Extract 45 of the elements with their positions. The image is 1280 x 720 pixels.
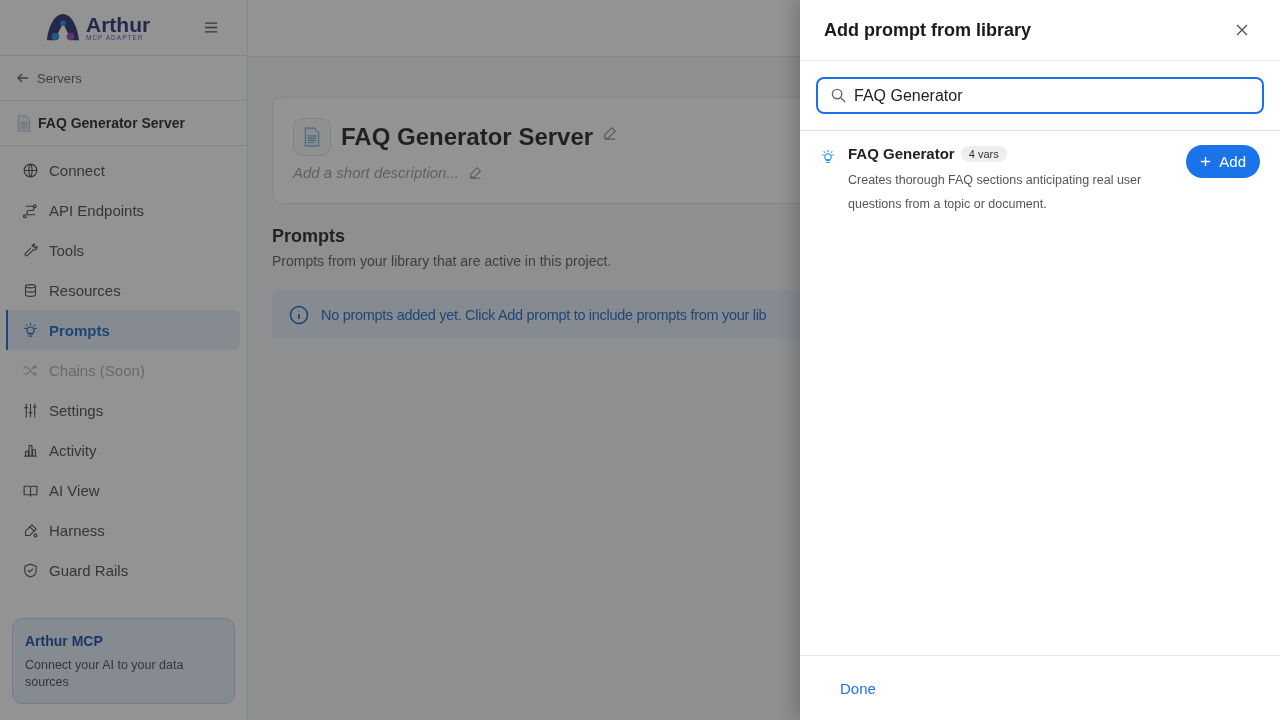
nav-icon	[22, 281, 39, 299]
drawer-title: Add prompt from library	[824, 19, 1031, 41]
nav-icon	[22, 241, 39, 259]
info-icon	[289, 305, 309, 325]
logo-name: Arthur	[86, 13, 151, 35]
nav-item[interactable]: Guard Rails	[6, 550, 240, 590]
nav-item[interactable]: Prompts	[6, 310, 240, 350]
section-title: Prompts	[272, 226, 346, 247]
close-icon[interactable]	[1236, 24, 1248, 36]
nav-item[interactable]: Activity	[6, 430, 240, 470]
promo-title: Arthur MCP	[25, 633, 104, 650]
nav-icon	[22, 401, 39, 419]
nav-item[interactable]: Settings	[6, 390, 240, 430]
nav-icon	[22, 321, 39, 339]
done-button[interactable]: Done	[824, 671, 892, 705]
search-icon	[831, 88, 846, 103]
nav-item[interactable]: Resources	[6, 270, 240, 310]
prompt-description: Creates thorough FAQ sections anticipating real user questions from a topic or document.	[848, 172, 1143, 213]
section-subtitle: Prompts from your library that are active in this project.	[272, 253, 613, 269]
nav-item[interactable]: Connect	[6, 150, 240, 190]
edit-icon[interactable]	[468, 166, 482, 179]
nav-item[interactable]: Tools	[6, 230, 240, 270]
plus-icon	[1200, 156, 1212, 167]
promo-text: Connect your AI to your data sources	[25, 657, 185, 691]
server-name: FAQ Generator Server	[38, 115, 186, 131]
nav-item[interactable]: API Endpoints	[6, 190, 240, 230]
nav-item[interactable]: AI View	[6, 470, 240, 510]
arrow-left-icon	[17, 72, 29, 84]
document-icon	[293, 118, 331, 156]
lightbulb-icon	[820, 149, 836, 165]
back-link[interactable]: Servers	[0, 56, 247, 101]
edit-icon[interactable]	[603, 126, 618, 140]
vars-badge: 4 vars	[960, 145, 1007, 162]
nav-icon	[22, 161, 39, 179]
nav-icon	[22, 521, 39, 539]
menu-icon[interactable]	[204, 22, 219, 33]
search-field[interactable]: FAQ Generator	[816, 77, 1264, 114]
server-title: FAQ Generator Server	[341, 123, 594, 151]
nav-icon	[22, 561, 39, 579]
nav-icon	[22, 201, 39, 219]
info-text: No prompts added yet. Click Add prompt to include prompts from your lib	[321, 307, 767, 323]
add-button[interactable]: Add	[1186, 145, 1260, 178]
document-icon	[17, 114, 31, 132]
nav-item[interactable]: Harness	[6, 510, 240, 550]
prompt-name: FAQ Generator	[848, 145, 955, 162]
